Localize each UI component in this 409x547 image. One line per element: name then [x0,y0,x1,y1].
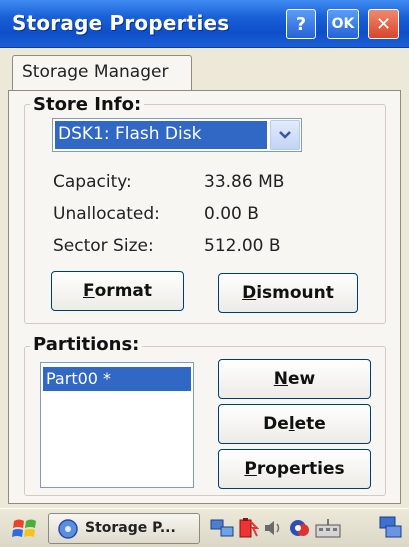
unallocated-value: 0.00 B [204,204,259,224]
ok-button[interactable]: OK [327,9,359,39]
tab-storage-manager[interactable]: Storage Manager [12,55,192,91]
properties-mnemonic: P [244,459,257,479]
store-select[interactable]: DSK1: Flash Disk [52,118,302,152]
list-item[interactable]: Part00 * [43,367,191,391]
format-label: ormat [94,281,152,301]
capacity-label: Capacity: [53,172,132,192]
window-title: Storage Properties [12,11,230,35]
battery-icon[interactable] [237,516,260,544]
storage-app-icon [57,518,79,544]
dismount-mnemonic: D [242,283,257,303]
store-select-value: DSK1: Flash Disk [55,121,267,149]
partitions-heading: Partitions: [30,334,143,355]
start-icon[interactable] [12,517,38,545]
capacity-value: 33.86 MB [204,172,285,192]
keyboard-icon[interactable] [314,517,342,543]
taskbar: Storage P... [0,508,409,547]
delete-button[interactable]: De l ete [218,404,371,444]
desktop-icon[interactable] [378,515,404,545]
taskbar-task-label: Storage P... [85,520,176,536]
new-button[interactable]: New [218,359,371,399]
store-info-heading: Store Info: [30,94,145,115]
network-icon[interactable] [210,517,234,543]
help-button[interactable]: ? [286,9,316,39]
format-mnemonic: F [83,281,95,301]
new-mnemonic: N [273,369,288,389]
close-button[interactable]: ✕ [368,9,399,39]
volume-icon[interactable] [263,518,285,542]
properties-label: roperties [256,459,345,479]
unallocated-label: Unallocated: [53,204,160,224]
chevron-down-icon[interactable] [270,120,300,150]
partitions-list[interactable]: Part00 * [40,362,194,488]
new-label: ew [287,369,316,389]
delete-label-start: De [263,414,289,434]
taskbar-storage-button[interactable]: Storage P... [48,513,200,544]
sector-size-value: 512.00 B [204,236,281,256]
properties-button[interactable]: Properties [218,449,371,489]
delete-label-end: ete [294,414,326,434]
title-bar: Storage Properties ? OK ✕ [0,0,409,48]
format-button[interactable]: Format [51,271,184,311]
sector-size-label: Sector Size: [53,236,154,256]
dismount-label: ismount [256,283,334,303]
sync-icon[interactable] [288,516,312,544]
dismount-button[interactable]: Dismount [218,273,358,313]
